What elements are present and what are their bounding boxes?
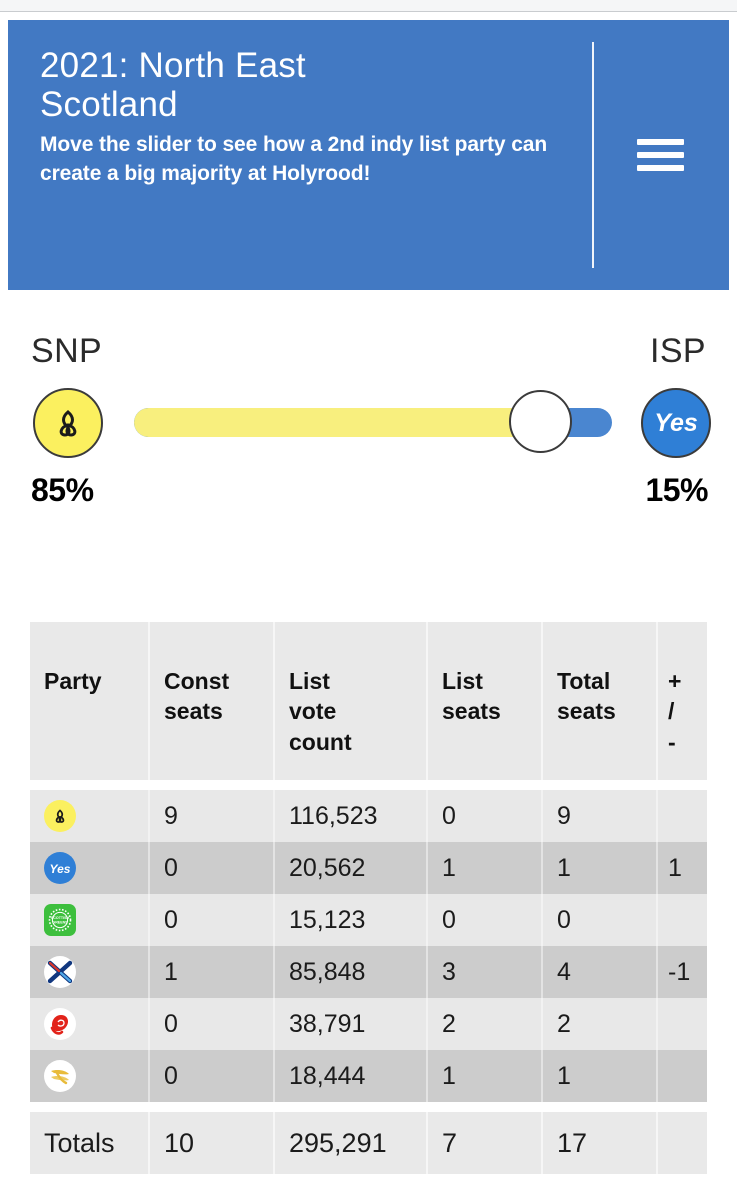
results-table: Party Const seats List vote count List s… [30, 622, 707, 1174]
snp-thistle-icon [44, 800, 76, 832]
party-cell [30, 1050, 150, 1102]
table-row: 9 116,523 0 9 [30, 790, 707, 842]
column-header-list-seats: List seats [428, 622, 543, 780]
svg-text:Yes: Yes [50, 862, 71, 876]
party-cell [30, 946, 150, 998]
totals-label: Totals [30, 1112, 150, 1174]
vote-share-slider-section: SNP ISP Yes 85% 15% [0, 290, 737, 580]
list-votes-cell: 116,523 [275, 790, 428, 842]
column-header-party: Party [30, 622, 150, 780]
header-text-block: 2021: North East Scotland Move the slide… [8, 20, 592, 290]
slider-thumb[interactable] [509, 390, 573, 453]
greens-icon: SCOTTISH GREENS [44, 904, 76, 936]
table-row: SCOTTISH GREENS 0 15,123 0 0 [30, 894, 707, 946]
seat-change-cell: 1 [668, 853, 682, 882]
svg-text:SCOTTISH: SCOTTISH [51, 916, 70, 920]
isp-percent-value: 15% [645, 472, 708, 508]
list-seats-cell: 1 [428, 842, 543, 894]
list-votes-cell: 20,562 [275, 842, 428, 894]
labour-rose-icon [44, 1008, 76, 1040]
hamburger-bar [637, 139, 684, 145]
totals-list-votes: 295,291 [275, 1112, 428, 1174]
header-banner: 2021: North East Scotland Move the slide… [8, 20, 729, 290]
total-seats-cell: 9 [543, 790, 658, 842]
hamburger-menu-icon[interactable] [637, 139, 684, 171]
slider-right-label: ISP [649, 332, 706, 370]
svg-text:Yes: Yes [654, 409, 698, 437]
totals-total-seats: 17 [543, 1112, 658, 1174]
seat-change-cell [658, 1050, 707, 1102]
totals-list-seats: 7 [428, 1112, 543, 1174]
total-seats-cell: 2 [543, 998, 658, 1050]
slider-left-label: SNP [31, 332, 103, 370]
list-votes-cell: 15,123 [275, 894, 428, 946]
seat-change-cell [658, 894, 707, 946]
list-seats-cell: 0 [428, 790, 543, 842]
conservative-icon [44, 956, 76, 988]
const-seats-cell: 9 [150, 790, 275, 842]
list-votes-cell: 85,848 [275, 946, 428, 998]
table-row: 0 18,444 1 1 [30, 1050, 707, 1102]
column-header-const-seats: Const seats [150, 622, 275, 780]
const-seats-cell: 0 [150, 842, 275, 894]
page-title: 2021: North East Scotland [40, 46, 306, 125]
total-seats-cell: 0 [543, 894, 658, 946]
snp-thistle-icon [33, 388, 103, 458]
total-seats-cell: 4 [543, 946, 658, 998]
slider-track-fill [134, 408, 541, 437]
list-seats-cell: 2 [428, 998, 543, 1050]
totals-const-seats: 10 [150, 1112, 275, 1174]
list-seats-cell: 3 [428, 946, 543, 998]
seat-change-cell [658, 998, 707, 1050]
const-seats-cell: 1 [150, 946, 275, 998]
party-cell: SCOTTISH GREENS [30, 894, 150, 946]
party-cell [30, 790, 150, 842]
list-votes-cell: 18,444 [275, 1050, 428, 1102]
browser-top-strip [0, 0, 737, 12]
party-cell [30, 998, 150, 1050]
page-subtitle: Move the slider to see how a 2nd indy li… [40, 133, 548, 185]
header-right-block [592, 20, 729, 290]
table-totals-row: Totals 10 295,291 7 17 [30, 1112, 707, 1174]
header-divider [592, 42, 594, 268]
const-seats-cell: 0 [150, 998, 275, 1050]
svg-text:GREENS: GREENS [52, 921, 68, 925]
snp-percent-value: 85% [31, 472, 94, 508]
table-row: 0 38,791 2 2 [30, 998, 707, 1050]
const-seats-cell: 0 [150, 1050, 275, 1102]
list-seats-cell: 0 [428, 894, 543, 946]
hamburger-bar [637, 165, 684, 171]
isp-yes-icon: Yes [641, 388, 711, 458]
isp-yes-icon: Yes [44, 852, 76, 884]
total-seats-cell: 1 [543, 842, 658, 894]
party-cell: Yes [30, 842, 150, 894]
table-row: 1 85,848 3 4 -1 [30, 946, 707, 998]
table-row: Yes 0 20,562 1 1 1 [30, 842, 707, 894]
const-seats-cell: 0 [150, 894, 275, 946]
table-body: 9 116,523 0 9 Yes 0 20,562 1 1 1 SCOTTISH GREENS 0 15… [30, 790, 707, 1102]
total-seats-cell: 1 [543, 1050, 658, 1102]
libdem-bird-icon [44, 1060, 76, 1092]
page-root: 2021: North East Scotland Move the slide… [0, 0, 737, 1200]
hamburger-bar [637, 152, 684, 158]
list-votes-cell: 38,791 [275, 998, 428, 1050]
column-header-list-votes: List vote count [275, 622, 428, 780]
column-header-change: + / - [668, 668, 682, 755]
totals-change [658, 1112, 707, 1174]
table-header-row: Party Const seats List vote count List s… [30, 622, 707, 780]
column-header-total-seats: Total seats [543, 622, 658, 780]
seat-change-cell [658, 790, 707, 842]
seat-change-cell: -1 [668, 957, 691, 986]
list-seats-cell: 1 [428, 1050, 543, 1102]
